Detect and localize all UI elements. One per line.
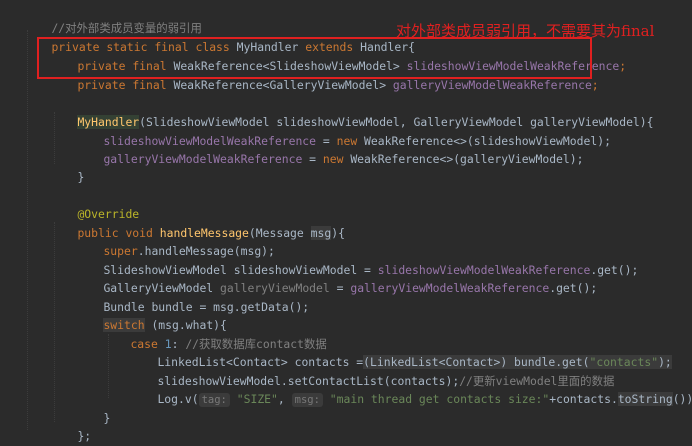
method-call: toString (617, 392, 673, 406)
code-line: MyHandler(SlideshowViewModel slideshowVi… (50, 95, 654, 129)
brace: } (103, 411, 111, 425)
code-line: Bundle bundle = msg.getData(); (76, 280, 309, 314)
code-line: //对外部类成员变量的弱引用 (24, 1, 201, 35)
code-line: slideshowViewModelWeakReference = new We… (76, 114, 611, 148)
keyword: private (77, 78, 126, 92)
code-line: GalleryViewModel galleryViewModel = gall… (76, 261, 597, 295)
code-line: } (76, 391, 110, 425)
code-line: slideshowViewModel.setContactList(contac… (130, 354, 614, 388)
expression: .get(); (549, 281, 598, 295)
keyword: new (322, 152, 344, 166)
annotation-note: 对外部类成员弱引用，不需要其为final (396, 22, 655, 40)
code-line: galleryViewModelWeakReference = new Weak… (76, 132, 583, 166)
field: galleryViewModelWeakReference (103, 152, 303, 166)
code-line: private static final class MyHandler ext… (24, 20, 415, 54)
code-line: @Override (50, 187, 139, 221)
code-line: LinkedList<Contact> contacts =(LinkedLis… (130, 335, 672, 369)
code-line: public void handleMessage(Message msg){ (50, 206, 345, 240)
brace: } (77, 170, 85, 184)
field: galleryViewModelWeakReference (350, 281, 550, 295)
keyword: final (132, 78, 167, 92)
params: ){ (331, 226, 345, 240)
code-line: Log.v(tag: "SIZE", msg: "main thread get… (130, 372, 692, 407)
param-hint: tag: (198, 393, 230, 407)
expression: ); (658, 355, 672, 369)
param-hint: msg: (291, 393, 323, 407)
code-line: SlideshowViewModel slideshowViewModel = … (76, 243, 638, 277)
code-line: }; (24, 428, 65, 446)
indent-guide (27, 30, 28, 430)
code-line: super.handleMessage(msg); (76, 224, 274, 258)
annotation-highlight-box (37, 37, 592, 79)
code-line: case 1: //获取数据库contact数据 (103, 317, 326, 351)
method-call: Log.v( (157, 392, 199, 406)
expression: +contacts. (549, 392, 618, 406)
expression: ()); (672, 392, 692, 406)
field: galleryViewModelWeakReference (392, 78, 592, 92)
type: WeakReference<GalleryViewModel> (173, 78, 387, 92)
brace: }; (77, 429, 92, 443)
comma: , (277, 392, 292, 406)
code-line: switch (msg.what){ (76, 298, 227, 332)
expression: .get(); (590, 263, 639, 277)
code-line: } (50, 150, 84, 184)
semicolon: ; (591, 78, 599, 92)
semicolon: ; (619, 59, 627, 73)
string: "SIZE" (236, 392, 278, 406)
param-highlight: msg (310, 226, 332, 240)
code-line: }; (50, 409, 91, 443)
operator: = (302, 152, 323, 166)
expression: WeakReference<>(galleryViewModel); (343, 152, 584, 166)
string: "main thread get contacts size:" (329, 392, 550, 406)
operator: = (329, 281, 351, 295)
code-editor[interactable]: //对外部类成员变量的弱引用 private static final clas… (0, 0, 692, 446)
